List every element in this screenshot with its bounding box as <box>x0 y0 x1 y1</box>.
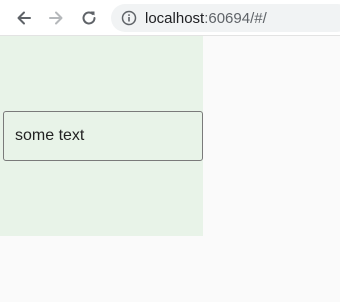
info-icon[interactable] <box>121 10 137 26</box>
reload-button[interactable] <box>77 6 101 30</box>
back-button[interactable] <box>12 6 36 30</box>
url-host: localhost <box>145 9 205 27</box>
forward-arrow-icon <box>49 11 63 25</box>
url-text: localhost:60694/#/ <box>145 10 267 27</box>
back-arrow-icon <box>17 11 31 25</box>
forward-button[interactable] <box>44 6 68 30</box>
address-bar[interactable]: localhost:60694/#/ <box>111 4 340 32</box>
text-input[interactable] <box>3 111 203 161</box>
url-path: :60694/#/ <box>204 9 267 27</box>
page-viewport <box>0 36 340 302</box>
browser-toolbar: localhost:60694/#/ <box>0 0 340 36</box>
reload-icon <box>82 11 96 25</box>
